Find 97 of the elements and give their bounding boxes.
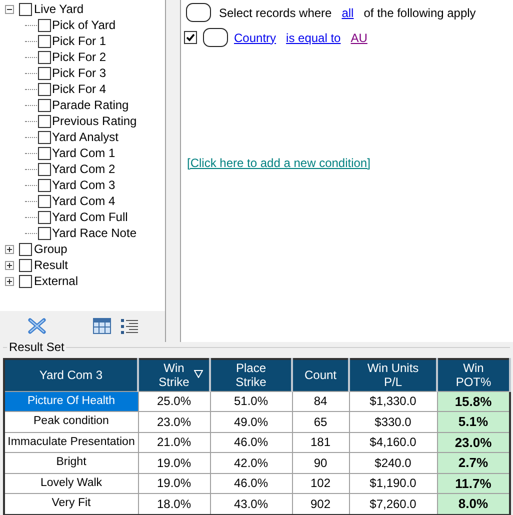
- tree-item[interactable]: Yard Com 4: [52, 192, 116, 210]
- condition-text: of the following apply: [364, 4, 476, 22]
- table-cell: 11.7%: [437, 473, 510, 494]
- table-view-icon[interactable]: [93, 318, 111, 334]
- table-cell: $1,190.0: [349, 473, 437, 494]
- condition-text: Select records where: [219, 4, 332, 22]
- table-cell: 46.0%: [210, 432, 292, 452]
- table-cell: 25.0%: [138, 391, 210, 412]
- table-cell: 65: [292, 412, 349, 432]
- table-cell: 90: [292, 452, 349, 473]
- row-label[interactable]: Picture Of Health: [4, 391, 138, 412]
- row-label[interactable]: Peak condition: [4, 412, 138, 432]
- row-label[interactable]: Lovely Walk: [4, 473, 138, 494]
- tree-item[interactable]: Yard Com Full: [52, 208, 128, 226]
- table-cell: 5.1%: [437, 412, 510, 432]
- tree-checkbox[interactable]: [38, 34, 51, 48]
- table-cell: 2.7%: [437, 452, 510, 473]
- tree-checkbox[interactable]: [38, 178, 51, 192]
- column-header[interactable]: Win POT%: [437, 359, 510, 391]
- cross-tools-icon[interactable]: [27, 317, 47, 335]
- table-cell: 84: [292, 391, 349, 412]
- condition-checkbox[interactable]: [184, 31, 197, 44]
- expand-icon[interactable]: [5, 244, 14, 254]
- tree-item[interactable]: Pick of Yard: [52, 16, 116, 34]
- field-link[interactable]: Country: [234, 28, 276, 46]
- table-cell: $4,160.0: [349, 432, 437, 452]
- tree-checkbox[interactable]: [38, 210, 51, 224]
- row-label[interactable]: Bright: [4, 452, 138, 473]
- table-cell: $330.0: [349, 412, 437, 432]
- tree-item[interactable]: Result: [34, 256, 68, 274]
- table-cell: 19.0%: [138, 452, 210, 473]
- tree-item[interactable]: Pick For 1: [52, 32, 106, 50]
- tree-checkbox[interactable]: [19, 258, 32, 272]
- row-label[interactable]: Immaculate Presentation: [4, 432, 138, 452]
- tree-checkbox[interactable]: [19, 274, 32, 288]
- tree-checkbox[interactable]: [38, 18, 51, 32]
- table-cell: 21.0%: [138, 432, 210, 452]
- table-cell: 15.8%: [437, 391, 510, 412]
- operator-link[interactable]: is equal to: [286, 28, 341, 46]
- table-cell: 102: [292, 473, 349, 494]
- result-set-label: Result Set: [7, 340, 66, 354]
- column-header[interactable]: Count: [292, 359, 349, 391]
- column-header[interactable]: Yard Com 3: [4, 359, 138, 391]
- expand-icon[interactable]: [5, 276, 14, 286]
- tree-item[interactable]: Group: [34, 240, 68, 258]
- tree-item[interactable]: Yard Analyst: [52, 128, 118, 146]
- list-view-icon[interactable]: [121, 318, 138, 334]
- table-cell: 19.0%: [138, 473, 210, 494]
- condition-group-icon[interactable]: [203, 28, 228, 47]
- table-cell: 23.0%: [138, 412, 210, 432]
- tree-item[interactable]: Live Yard: [34, 0, 84, 18]
- tree-item[interactable]: Pick For 4: [52, 80, 106, 98]
- table-cell: 181: [292, 432, 349, 452]
- expand-icon[interactable]: [5, 260, 14, 270]
- tree-item[interactable]: Pick For 2: [52, 48, 106, 66]
- table-cell: 51.0%: [210, 391, 292, 412]
- row-label[interactable]: Very Fit: [4, 494, 138, 514]
- table-cell: 8.0%: [437, 494, 510, 514]
- tree-checkbox[interactable]: [38, 66, 51, 80]
- table-cell: $7,260.0: [349, 494, 437, 514]
- column-header[interactable]: Win Units P/L: [349, 359, 437, 391]
- tree-item[interactable]: Parade Rating: [52, 96, 129, 114]
- table-cell: 23.0%: [437, 432, 510, 452]
- tree-checkbox[interactable]: [38, 146, 51, 160]
- tree-checkbox[interactable]: [38, 130, 51, 144]
- tree-item[interactable]: Pick For 3: [52, 64, 106, 82]
- tree-checkbox[interactable]: [19, 242, 32, 256]
- tree-checkbox[interactable]: [38, 194, 51, 208]
- table-cell: $240.0: [349, 452, 437, 473]
- table-cell: 42.0%: [210, 452, 292, 473]
- column-header[interactable]: Win Strike: [138, 359, 210, 391]
- tree-item[interactable]: Yard Race Note: [52, 224, 136, 242]
- table-cell: 902: [292, 494, 349, 514]
- tree-checkbox[interactable]: [38, 226, 51, 240]
- tree-checkbox[interactable]: [38, 82, 51, 96]
- tree-checkbox[interactable]: [19, 2, 32, 16]
- table-cell: 46.0%: [210, 473, 292, 494]
- tree-checkbox[interactable]: [38, 98, 51, 112]
- tree-checkbox[interactable]: [38, 162, 51, 176]
- collapse-icon[interactable]: [5, 4, 14, 14]
- tree-item[interactable]: Yard Com 1: [52, 144, 116, 162]
- tree-checkbox[interactable]: [38, 114, 51, 128]
- tree-item[interactable]: Previous Rating: [52, 112, 137, 130]
- tree-item[interactable]: Yard Com 2: [52, 160, 116, 178]
- table-cell: 43.0%: [210, 494, 292, 514]
- table-cell: 18.0%: [138, 494, 210, 514]
- tree-item[interactable]: External: [34, 272, 78, 290]
- quantifier-link[interactable]: all: [338, 4, 357, 22]
- table-cell: $1,330.0: [349, 391, 437, 412]
- add-condition-link[interactable]: [Click here to add a new condition]: [187, 154, 370, 172]
- tree-checkbox[interactable]: [38, 50, 51, 64]
- column-header[interactable]: Place Strike: [210, 359, 292, 391]
- condition-group-icon[interactable]: [186, 3, 211, 22]
- value-link[interactable]: AU: [350, 28, 368, 46]
- table-cell: 49.0%: [210, 412, 292, 432]
- tree-item[interactable]: Yard Com 3: [52, 176, 116, 194]
- sort-icon: [194, 370, 203, 378]
